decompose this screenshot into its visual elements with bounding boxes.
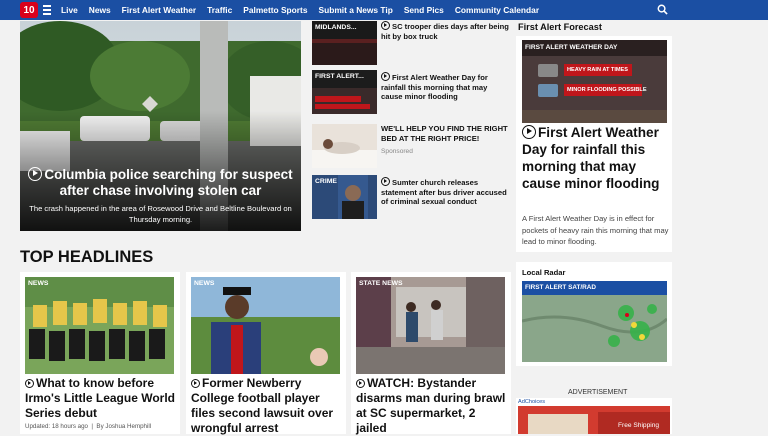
menu-icon[interactable] [43,5,51,15]
play-icon [381,72,390,81]
radar-heading: Local Radar [522,268,566,277]
headline-card-1[interactable]: NEWS What to know before Irmo's Little L… [20,272,180,434]
sponsored-label: Sponsored [381,148,413,155]
headline-card-3[interactable]: STATE NEWS WATCH: Bystander disarms man … [351,272,511,436]
search-icon[interactable] [657,4,668,15]
ad-image [518,406,670,434]
headline-title[interactable]: WATCH: Bystander disarms man during braw… [356,376,508,436]
top-nav: 10 Live News First Alert Weather Traffic… [0,0,768,20]
sponsored-text[interactable]: WE'LL HELP YOU FIND THE RIGHT BED AT THE… [381,124,509,157]
side-story-title[interactable]: Sumter church releases statement after b… [381,177,509,207]
headline-tag: STATE NEWS [359,280,403,287]
side-story-1[interactable]: MIDLANDS... SC trooper dies days after b… [312,21,509,65]
headline-tag: NEWS [194,280,215,287]
nav-item-live[interactable]: Live [61,5,78,15]
play-icon [356,379,365,388]
forecast-graphic-title: FIRST ALERT WEATHER DAY [525,44,618,51]
nav-item-first-alert-weather[interactable]: First Alert Weather [122,5,196,15]
radar-map-title: FIRST ALERT SAT/RAD [525,284,597,291]
nav-item-community-calendar[interactable]: Community Calendar [455,5,539,15]
headline-image: NEWS [25,277,174,374]
forecast-graphic: FIRST ALERT WEATHER DAY HEAVY RAIN AT TI… [522,40,667,123]
forecast-graphic-row-2: MINOR FLOODING POSSIBLE [567,87,647,93]
hero-story[interactable]: Columbia police searching for suspect af… [20,21,301,231]
nav-item-send-pics[interactable]: Send Pics [404,5,444,15]
sponsored-story[interactable]: WE'LL HELP YOU FIND THE RIGHT BED AT THE… [312,124,508,168]
nav-item-submit-news-tip[interactable]: Submit a News Tip [319,5,393,15]
station-logo[interactable]: 10 [20,2,38,18]
forecast-title[interactable]: First Alert Weather Day for rainfall thi… [522,124,668,192]
side-story-thumb: CRIME [312,175,377,219]
side-story-thumb: FIRST ALERT... [312,70,377,114]
headline-image: NEWS [191,277,340,374]
nav-items: Live News First Alert Weather Traffic Pa… [61,0,550,20]
side-story-2[interactable]: FIRST ALERT... First Alert Weather Day f… [312,70,508,114]
nav-item-palmetto-sports[interactable]: Palmetto Sports [243,5,307,15]
headline-title[interactable]: What to know before Irmo's Little League… [25,376,177,421]
side-story-title[interactable]: First Alert Weather Day for rainfall thi… [381,72,509,102]
play-icon [28,167,43,181]
headline-card-2[interactable]: NEWS Former Newberry College football pl… [186,272,346,436]
headline-image: STATE NEWS [356,277,505,374]
play-icon [381,21,390,30]
free-shipping-text: Free Shipping [618,422,660,429]
nav-item-news[interactable]: News [89,5,111,15]
sponsored-thumb [312,124,377,168]
adchoices-label[interactable]: AdChoices [518,399,545,405]
hero-title[interactable]: Columbia police searching for suspect af… [24,167,297,199]
forecast-card[interactable]: FIRST ALERT WEATHER DAY HEAVY RAIN AT TI… [516,36,672,252]
radar-card[interactable]: Local Radar FIRST ALERT SAT/RAD [516,262,672,366]
top-headlines-heading: TOP HEADLINES [20,248,154,266]
nav-item-traffic[interactable]: Traffic [207,5,232,15]
hero-caption: Columbia police searching for suspect af… [20,167,301,231]
side-story-tag: FIRST ALERT... [315,73,364,80]
forecast-graphic-row-1: HEAVY RAIN AT TIMES [567,67,629,73]
forecast-summary: A First Alert Weather Day is in effect f… [522,214,669,246]
headline-tag: NEWS [28,280,49,287]
play-icon [25,379,34,388]
play-icon [191,379,200,388]
side-story-tag: CRIME [315,178,337,185]
headline-meta: Updated: 18 hours ago | By Joshua Hemphi… [25,423,152,430]
side-story-4[interactable]: CRIME Sumter church releases statement a… [312,175,508,219]
headline-title[interactable]: Former Newberry College football player … [191,376,343,436]
radar-map[interactable]: FIRST ALERT SAT/RAD [522,281,667,362]
logo-text: 10 [23,4,35,16]
forecast-heading: First Alert Forecast [518,22,602,32]
advertisement-box[interactable]: AdChoices Free Shipping [516,398,672,434]
side-story-thumb: MIDLANDS... [312,21,377,65]
advertisement-label: ADVERTISEMENT [568,389,628,396]
sponsored-title[interactable]: WE'LL HELP YOU FIND THE RIGHT BED AT THE… [381,124,509,143]
play-icon [522,125,536,139]
play-icon [381,177,390,186]
side-story-title[interactable]: SC trooper dies days after being hit by … [381,21,509,41]
side-story-tag: MIDLANDS... [315,24,357,31]
hero-subtitle: The crash happened in the area of Rosewo… [29,204,292,224]
